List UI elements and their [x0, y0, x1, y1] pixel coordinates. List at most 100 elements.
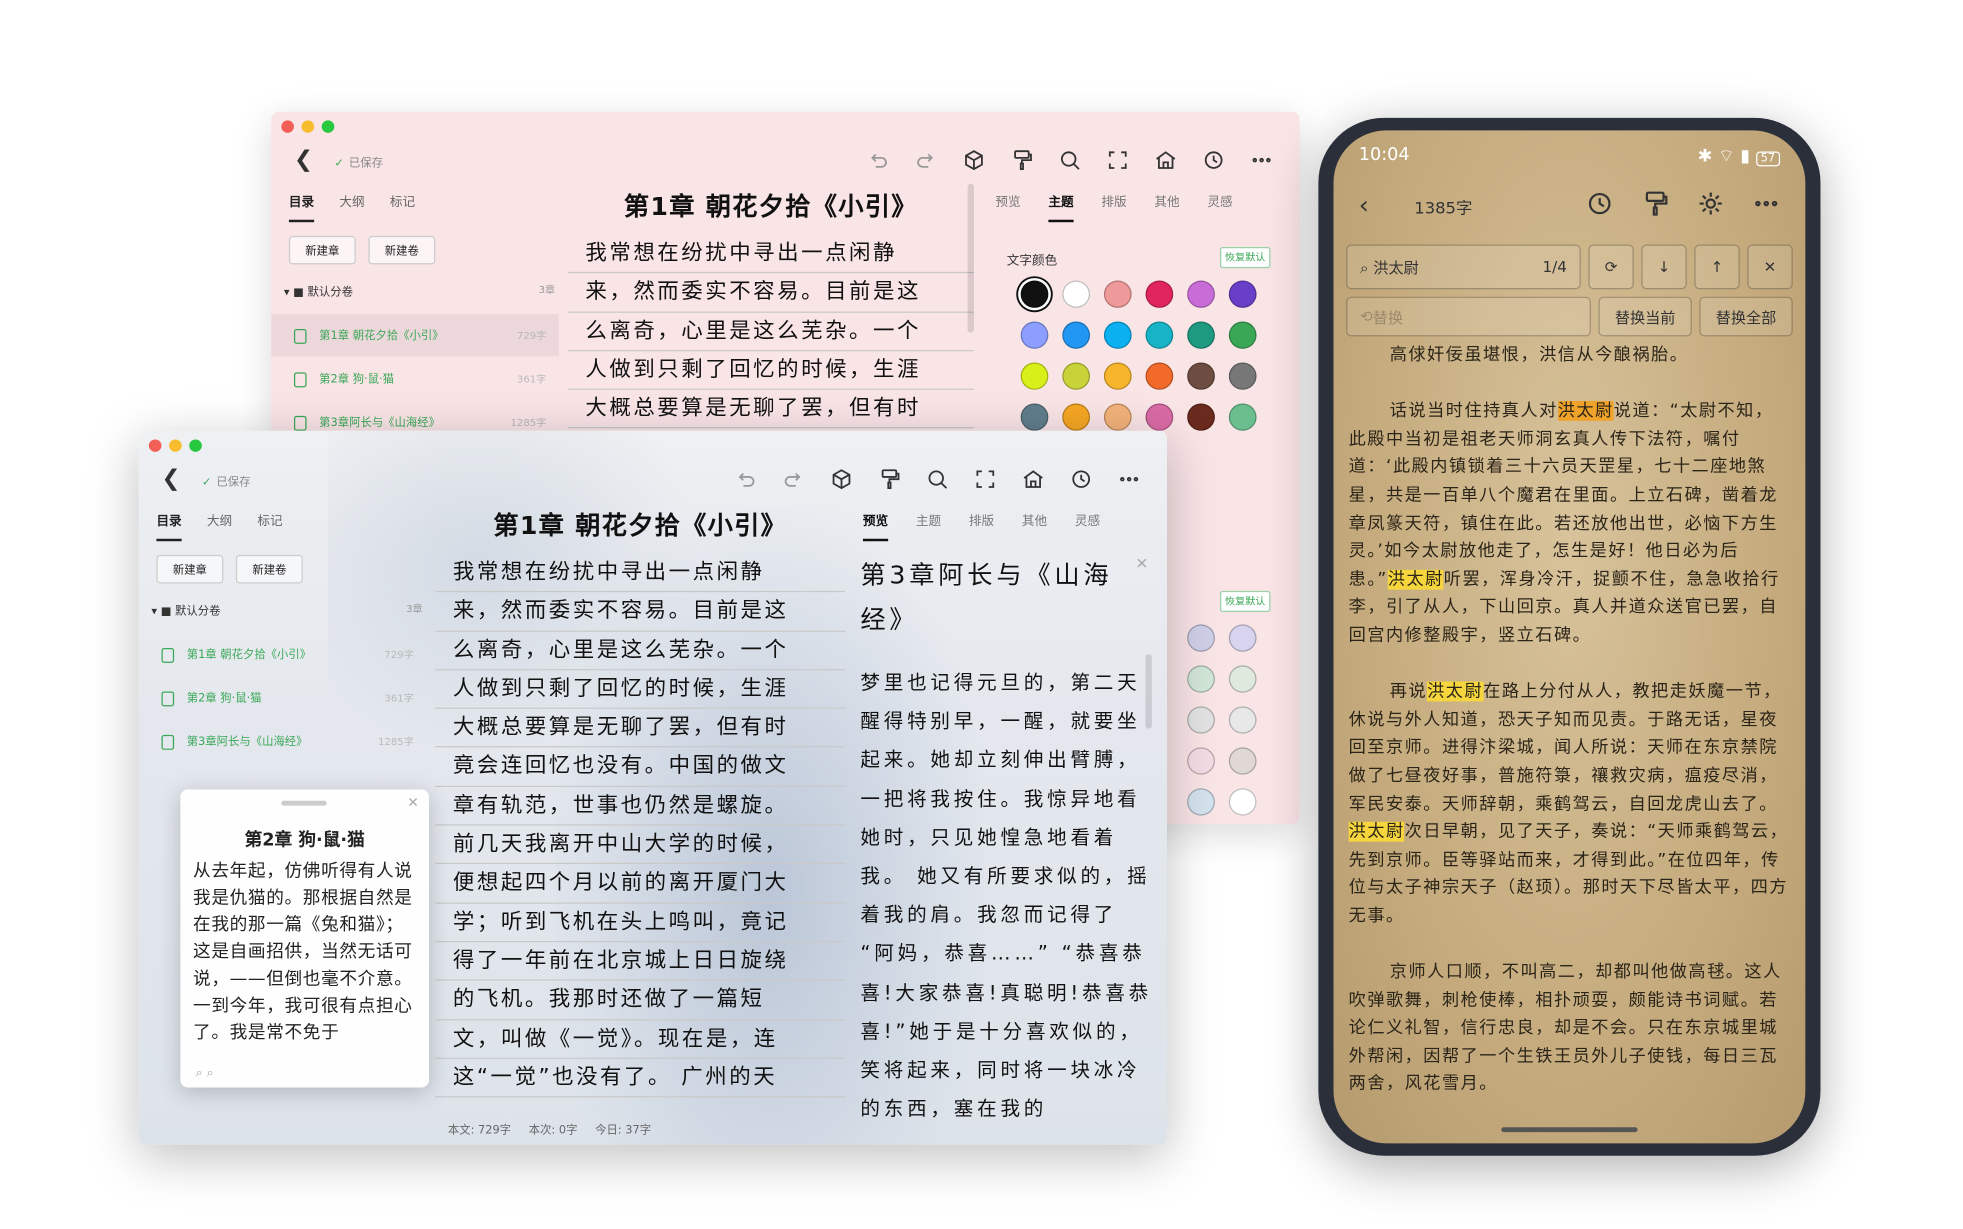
- color-swatch[interactable]: [1145, 403, 1174, 431]
- back-icon[interactable]: ‹: [1359, 190, 1369, 220]
- tab-other[interactable]: 其他: [1154, 191, 1179, 222]
- more-icon[interactable]: [1114, 466, 1144, 493]
- home-indicator[interactable]: [1501, 1127, 1638, 1133]
- fullscreen-icon[interactable]: [1103, 146, 1133, 173]
- history-icon[interactable]: [1199, 146, 1229, 173]
- new-volume-button[interactable]: 新建卷: [235, 554, 303, 584]
- color-swatch[interactable]: [1187, 747, 1215, 775]
- color-swatch[interactable]: [1228, 403, 1257, 431]
- color-swatch[interactable]: [1187, 280, 1215, 308]
- tab-outline[interactable]: 大纲: [207, 510, 232, 541]
- color-swatch[interactable]: [1228, 788, 1257, 816]
- search-icon[interactable]: [922, 466, 952, 493]
- tab-inspiration[interactable]: 灵感: [1207, 191, 1232, 222]
- color-swatch[interactable]: [1020, 280, 1049, 308]
- back-icon[interactable]: ❮: [161, 466, 180, 492]
- preview-close-icon[interactable]: ✕: [1135, 555, 1148, 572]
- redo-icon[interactable]: [778, 466, 808, 493]
- undo-icon[interactable]: [730, 466, 760, 493]
- color-swatch[interactable]: [1062, 362, 1091, 390]
- search-icon[interactable]: [1055, 146, 1085, 173]
- back-icon[interactable]: ❮: [294, 146, 313, 172]
- editor[interactable]: 第1章 朝花夕拾《小引》 我常想在纷扰中寻出一点闲静 来，然而委实不容易。目前是这…: [435, 505, 846, 1098]
- minimize-dot[interactable]: [169, 439, 182, 452]
- tab-outline[interactable]: 大纲: [339, 191, 364, 222]
- home-icon[interactable]: [1018, 466, 1048, 493]
- color-swatch[interactable]: [1187, 665, 1215, 693]
- new-chapter-button[interactable]: 新建章: [156, 554, 224, 584]
- drag-handle[interactable]: [281, 800, 327, 806]
- color-swatch[interactable]: [1145, 280, 1174, 308]
- color-swatch[interactable]: [1103, 321, 1132, 349]
- close-dot[interactable]: [148, 439, 162, 452]
- find-input[interactable]: ⌕ 洪太尉 1/4: [1346, 244, 1581, 290]
- gear-icon[interactable]: [1697, 190, 1725, 217]
- reset-default-button[interactable]: 恢复默认: [1219, 247, 1271, 269]
- color-swatch[interactable]: [1020, 362, 1049, 390]
- color-swatch[interactable]: [1187, 624, 1215, 652]
- color-swatch[interactable]: [1103, 362, 1132, 390]
- color-swatch[interactable]: [1062, 321, 1091, 349]
- tab-catalog[interactable]: 目录: [288, 191, 315, 223]
- tab-marks[interactable]: 标记: [390, 191, 415, 222]
- fullscreen-icon[interactable]: [970, 466, 1000, 493]
- history-icon[interactable]: [1586, 190, 1614, 217]
- minimize-dot[interactable]: [301, 120, 315, 133]
- replace-current-button[interactable]: 替换当前: [1598, 296, 1692, 337]
- new-chapter-button[interactable]: 新建章: [288, 235, 356, 265]
- color-swatch[interactable]: [1020, 321, 1049, 349]
- tab-catalog[interactable]: 目录: [156, 510, 182, 542]
- chapter-item[interactable]: 第1章 朝花夕拾《小引》 729字: [271, 314, 559, 357]
- cube-icon[interactable]: [959, 146, 989, 173]
- zoom-icons[interactable]: ⌕ ⌕: [196, 1066, 214, 1080]
- home-icon[interactable]: [1151, 146, 1181, 173]
- color-swatch[interactable]: [1228, 706, 1257, 734]
- reset-default-button-2[interactable]: 恢复默认: [1219, 590, 1271, 613]
- prev-match-icon[interactable]: ↑: [1694, 244, 1740, 290]
- volume-row[interactable]: ▾ ■ 默认分卷 3章: [151, 602, 422, 618]
- color-swatch[interactable]: [1228, 665, 1257, 693]
- tab-marks[interactable]: 标记: [257, 510, 282, 541]
- cube-icon[interactable]: [826, 466, 856, 493]
- toggle-case-icon[interactable]: ⟳: [1588, 244, 1634, 290]
- color-swatch[interactable]: [1187, 362, 1215, 390]
- tab-preview[interactable]: 预览: [995, 191, 1020, 222]
- redo-icon[interactable]: [911, 146, 941, 173]
- format-brush-icon[interactable]: [1641, 190, 1669, 217]
- chapter-item[interactable]: 第2章 狗·鼠·猫 361字: [139, 677, 427, 719]
- preview-scrollbar[interactable]: [1145, 654, 1152, 729]
- more-icon[interactable]: [1752, 190, 1780, 217]
- history-icon[interactable]: [1066, 466, 1096, 493]
- color-swatch[interactable]: [1228, 321, 1257, 349]
- format-brush-icon[interactable]: [1007, 146, 1037, 173]
- tab-other[interactable]: 其他: [1022, 510, 1047, 541]
- tab-layout[interactable]: 排版: [1101, 191, 1126, 222]
- color-swatch[interactable]: [1187, 403, 1215, 431]
- tab-inspiration[interactable]: 灵感: [1075, 510, 1100, 541]
- chapter-item[interactable]: 第1章 朝花夕拾《小引》 729字: [139, 633, 427, 675]
- next-match-icon[interactable]: ↓: [1641, 244, 1687, 290]
- close-dot[interactable]: [281, 120, 294, 133]
- color-swatch[interactable]: [1187, 788, 1215, 816]
- color-swatch[interactable]: [1228, 747, 1257, 775]
- color-swatch[interactable]: [1062, 280, 1091, 308]
- format-brush-icon[interactable]: [874, 466, 904, 493]
- color-swatch[interactable]: [1228, 624, 1257, 652]
- tab-layout[interactable]: 排版: [969, 510, 994, 541]
- zoom-dot[interactable]: [321, 120, 335, 133]
- color-swatch[interactable]: [1228, 280, 1257, 308]
- color-swatch[interactable]: [1145, 362, 1174, 390]
- color-swatch[interactable]: [1062, 403, 1091, 431]
- color-swatch[interactable]: [1187, 706, 1215, 734]
- color-swatch[interactable]: [1228, 362, 1257, 390]
- tab-theme[interactable]: 主题: [1048, 191, 1074, 223]
- tab-theme[interactable]: 主题: [916, 510, 941, 541]
- replace-input[interactable]: ⟲ 替换: [1346, 296, 1591, 337]
- color-swatch[interactable]: [1103, 403, 1132, 431]
- volume-row[interactable]: ▾ ■ 默认分卷 3章: [284, 283, 555, 299]
- tab-preview[interactable]: 预览: [862, 510, 889, 542]
- close-find-icon[interactable]: ✕: [1747, 244, 1793, 290]
- phone-text[interactable]: 高俅奸佞虽堪恨，洪信从今酿祸胎。 话说当时住持真人对洪太尉说道：“太尉不知，此殿中…: [1348, 341, 1791, 1126]
- color-swatch[interactable]: [1020, 403, 1049, 431]
- color-swatch[interactable]: [1187, 321, 1215, 349]
